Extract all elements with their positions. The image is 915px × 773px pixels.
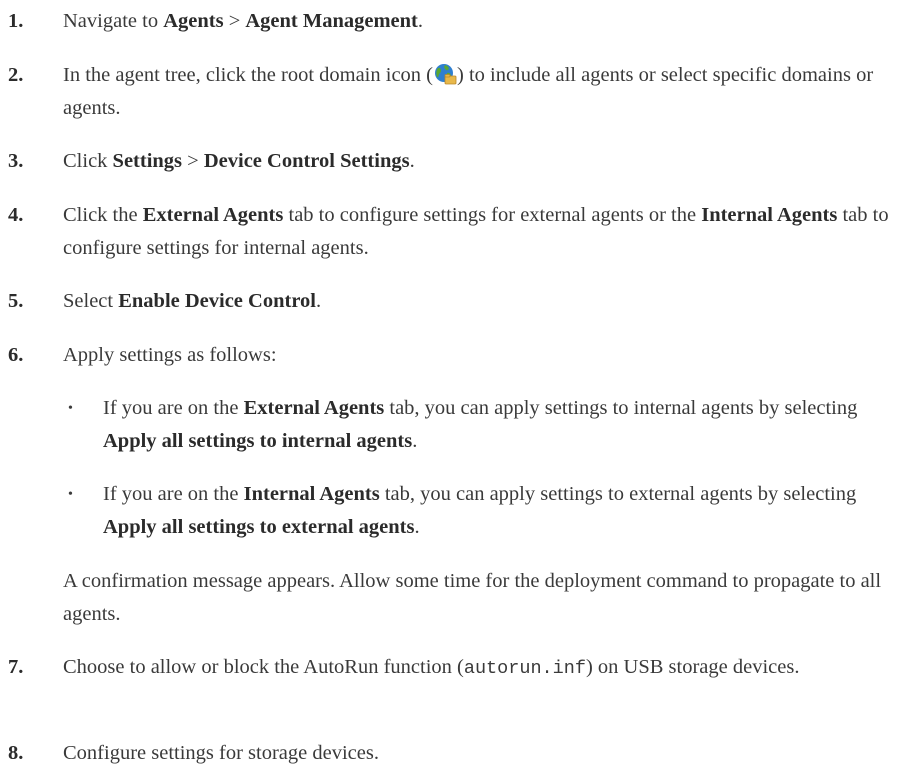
tab-internal-agents: Internal Agents <box>243 483 380 505</box>
tab-internal-agents: Internal Agents <box>701 204 838 226</box>
step-text: Click Settings > Device Control Settings… <box>63 150 415 172</box>
globe-folder-icon <box>433 62 457 86</box>
option-apply-to-external: Apply all settings to external agents <box>103 516 415 538</box>
step-number: 1. <box>8 10 24 32</box>
bullet-mark: • <box>68 487 73 502</box>
bullet-text: If you are on the External Agents tab, y… <box>103 397 858 452</box>
step-text: Apply settings as follows: <box>63 344 277 366</box>
option-enable-device-control: Enable Device Control <box>118 290 316 312</box>
bullet-text: If you are on the Internal Agents tab, y… <box>103 483 857 538</box>
autorun-filename: autorun.inf <box>463 658 586 679</box>
step-text: Choose to allow or block the AutoRun fun… <box>63 656 800 679</box>
menu-agent-management: Agent Management <box>245 10 418 32</box>
step-number: 4. <box>8 204 24 226</box>
step-number: 6. <box>8 344 24 366</box>
option-apply-to-internal: Apply all settings to internal agents <box>103 430 413 452</box>
step-number: 2. <box>8 64 24 86</box>
confirmation-note: A confirmation message appears. Allow so… <box>63 570 882 625</box>
menu-agents: Agents <box>163 10 224 32</box>
tab-external-agents: External Agents <box>142 204 284 226</box>
tab-external-agents: External Agents <box>243 397 385 419</box>
bullet-mark: • <box>68 401 73 416</box>
step-text: Configure settings for storage devices. <box>63 742 379 764</box>
step-number: 7. <box>8 656 24 678</box>
menu-settings: Settings <box>112 150 183 172</box>
step-number: 8. <box>8 742 24 764</box>
step-number: 3. <box>8 150 24 172</box>
step-text: Navigate to Agents > Agent Management. <box>63 10 424 32</box>
step-number: 5. <box>8 290 24 312</box>
step-text: In the agent tree, click the root domain… <box>63 62 874 119</box>
step-text: Select Enable Device Control. <box>63 290 322 312</box>
menu-device-control-settings: Device Control Settings <box>203 150 410 172</box>
step-text: Click the External Agents tab to configu… <box>63 204 889 259</box>
